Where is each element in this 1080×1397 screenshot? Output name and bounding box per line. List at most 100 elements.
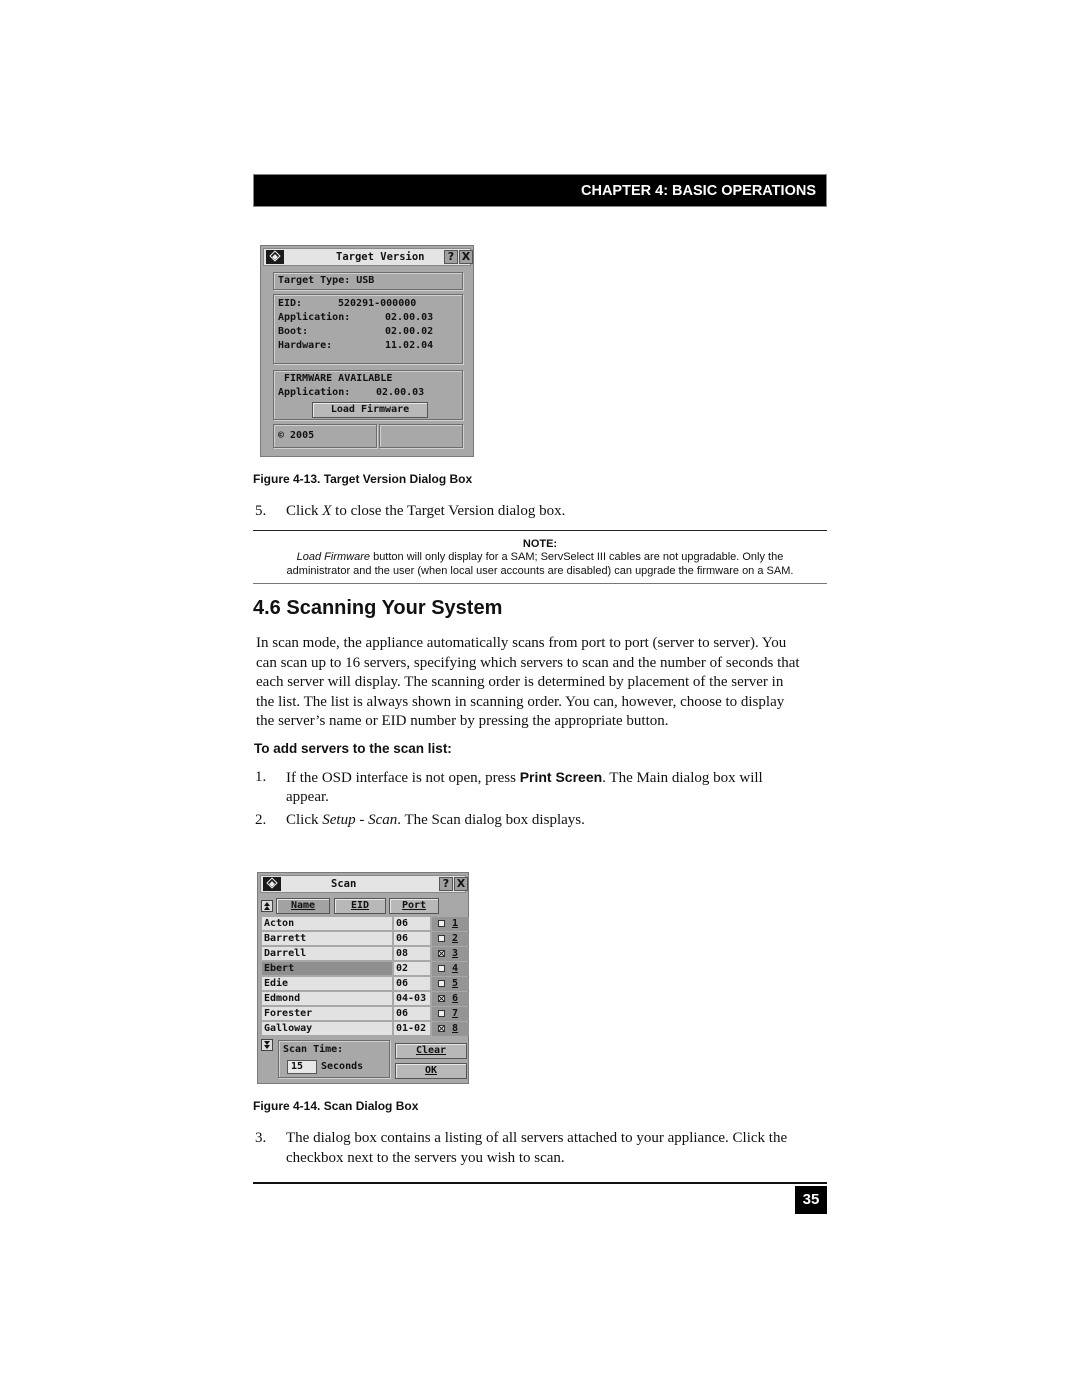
server-name[interactable]: Edmond	[262, 992, 392, 1005]
footer-rule	[253, 1182, 827, 1184]
figure-13-caption: Figure 4-13. Target Version Dialog Box	[253, 472, 473, 486]
firmware-group: FIRMWARE AVAILABLE Application: 02.00.03…	[273, 370, 463, 420]
server-name[interactable]: Galloway	[262, 1022, 392, 1035]
port-cell: 8	[432, 1022, 469, 1036]
scan-dialog: Scan ? X Name EID Port Acton 06 1 Barrett 06…	[257, 872, 469, 1084]
firmware-heading: FIRMWARE AVAILABLE	[284, 373, 393, 384]
arrow-up-icon	[264, 906, 270, 910]
server-eid: 06	[394, 1007, 430, 1020]
dialog-titlebar: Scan ? X	[260, 875, 468, 893]
target-type-group: Target Type: USB	[273, 272, 463, 290]
port-cell: 7	[432, 1007, 469, 1021]
seconds-label: Seconds	[321, 1061, 364, 1072]
dialog-title: Target Version	[336, 251, 425, 263]
scan-checkbox-checked[interactable]	[438, 950, 445, 957]
dialog-titlebar: Target Version ? X	[263, 248, 473, 266]
port-number: 2	[452, 933, 459, 944]
server-name[interactable]: Forester	[262, 1007, 392, 1020]
scan-time-input[interactable]: 15	[287, 1060, 317, 1074]
move-down-button[interactable]	[261, 1039, 273, 1051]
step-5-number: 5.	[255, 503, 267, 519]
paragraph-line: In scan mode, the appliance automaticall…	[256, 635, 787, 651]
paragraph-line: each server will display. The scanning o…	[256, 674, 784, 690]
boot-value: 02.00.02	[385, 326, 434, 337]
server-row[interactable]: Edmond 04-03 6	[262, 992, 469, 1006]
version-info-group: EID: 520291-000000 Application: 02.00.03…	[273, 294, 463, 364]
scan-checkbox-checked[interactable]	[438, 995, 445, 1002]
ok-button[interactable]: OK	[395, 1063, 467, 1079]
scan-checkbox-checked[interactable]	[438, 1025, 445, 1032]
step-2-text: Click Setup - Scan. The Scan dialog box …	[286, 811, 585, 831]
server-row[interactable]: Barrett 06 2	[262, 932, 469, 946]
step-2-post: . The Scan dialog box displays.	[397, 812, 585, 828]
scan-checkbox[interactable]	[438, 935, 445, 942]
note-top-rule	[253, 530, 827, 531]
port-number: 7	[452, 1008, 459, 1019]
sort-port-button[interactable]: Port	[389, 898, 439, 914]
server-row[interactable]: Ebert 02 4	[262, 962, 469, 976]
sort-name-button[interactable]: Name	[276, 898, 330, 914]
server-eid: 04-03	[394, 992, 430, 1005]
name-column-label: Name	[290, 900, 316, 911]
boot-label: Boot:	[278, 326, 309, 337]
section-title: 4.6 Scanning Your System	[253, 597, 503, 619]
osd-logo-icon	[263, 877, 281, 891]
note-heading: NOTE:	[522, 538, 558, 550]
scan-checkbox[interactable]	[438, 1010, 445, 1017]
copyright: © 2005	[278, 430, 315, 441]
step-1-line-2: appear.	[286, 789, 329, 805]
scan-checkbox[interactable]	[438, 920, 445, 927]
close-button[interactable]: X	[454, 877, 468, 891]
server-name[interactable]: Darrell	[262, 947, 392, 960]
server-row[interactable]: Edie 06 5	[262, 977, 469, 991]
server-name[interactable]: Edie	[262, 977, 392, 990]
clear-button[interactable]: Clear	[395, 1043, 467, 1059]
load-firmware-button[interactable]: Load Firmware	[312, 402, 428, 418]
note-line-1-rest: button will only display for a SAM; Serv…	[370, 551, 784, 563]
move-up-button[interactable]	[261, 900, 273, 912]
step-5-text: Click X to close the Target Version dial…	[286, 502, 565, 522]
note-line-2: administrator and the user (when local u…	[286, 565, 794, 577]
scan-time-group: Scan Time: 15 Seconds	[278, 1040, 390, 1078]
server-name[interactable]: Ebert	[262, 962, 392, 975]
step-3-number: 3.	[255, 1130, 267, 1146]
step-1-pre: If the OSD interface is not open, press	[286, 770, 520, 786]
server-row[interactable]: Darrell 08 3	[262, 947, 469, 961]
step-1-number: 1.	[255, 769, 267, 785]
step-2-em: Setup - Scan	[322, 812, 398, 828]
ok-label: OK	[424, 1065, 438, 1076]
step-1-post: . The Main dialog box will	[602, 770, 763, 786]
step-5-post: to close the Target Version dialog box.	[331, 503, 566, 519]
server-row[interactable]: Galloway 01-02 8	[262, 1022, 469, 1036]
server-row[interactable]: Forester 06 7	[262, 1007, 469, 1021]
server-name[interactable]: Acton	[262, 917, 392, 930]
port-cell: 5	[432, 977, 469, 991]
section-paragraph: In scan mode, the appliance automaticall…	[256, 634, 831, 732]
chapter-title: CHAPTER 4: BASIC OPERATIONS	[581, 183, 816, 199]
note-line-1: Load Firmware button will only display f…	[253, 550, 827, 564]
paragraph-line: the server’s name or EID number by press…	[256, 713, 669, 729]
eid-value: 520291-000000	[338, 298, 417, 309]
sort-eid-button[interactable]: EID	[334, 898, 386, 914]
firmware-value: 02.00.03	[376, 387, 425, 398]
paragraph-line: can scan up to 16 servers, specifying wh…	[256, 654, 800, 671]
scan-checkbox[interactable]	[438, 980, 445, 987]
close-button[interactable]: X	[459, 250, 473, 264]
empty-panel	[379, 424, 463, 448]
scan-checkbox[interactable]	[438, 965, 445, 972]
server-name[interactable]: Barrett	[262, 932, 392, 945]
step-1-text: If the OSD interface is not open, press …	[286, 768, 763, 789]
server-eid: 06	[394, 977, 430, 990]
help-button[interactable]: ?	[444, 250, 458, 264]
port-number: 8	[452, 1023, 459, 1034]
server-row[interactable]: Acton 06 1	[262, 917, 469, 931]
dialog-title: Scan	[331, 878, 357, 890]
server-eid: 01-02	[394, 1022, 430, 1035]
page-number: 35	[795, 1186, 827, 1214]
scan-time-label: Scan Time:	[283, 1044, 344, 1055]
server-eid: 08	[394, 947, 430, 960]
help-button[interactable]: ?	[439, 877, 453, 891]
port-number: 3	[452, 948, 459, 959]
port-cell: 4	[432, 962, 469, 976]
step-3-line-1: The dialog box contains a listing of all…	[286, 1130, 788, 1146]
